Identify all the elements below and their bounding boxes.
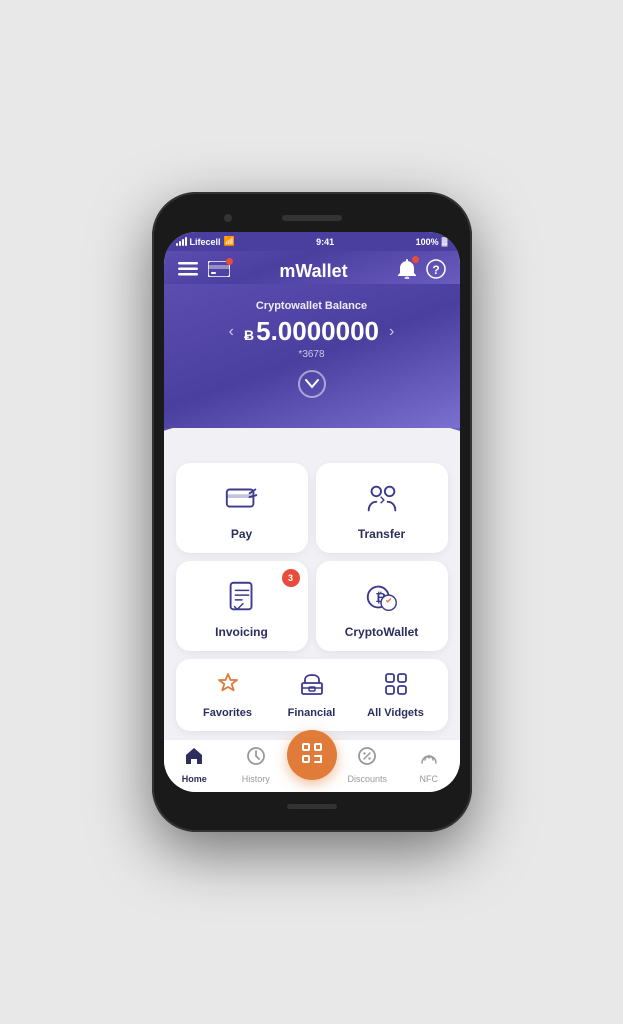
transfer-card[interactable]: Transfer (316, 463, 448, 553)
balance-prev-button[interactable]: ‹ (229, 323, 234, 341)
home-nav-label: Home (182, 774, 207, 784)
pay-card[interactable]: Pay (176, 463, 308, 553)
wifi-icon: 📶 (224, 236, 235, 247)
main-content: Pay Transfer (164, 453, 460, 739)
app-title: mWallet (279, 261, 347, 282)
all-vidgets-label: All Vidgets (367, 707, 424, 719)
status-right: 100% ▓ (416, 237, 448, 247)
invoicing-label: Invoicing (215, 625, 268, 639)
header-right-icons: ? (398, 259, 446, 284)
home-icon (184, 746, 204, 771)
cryptowallet-icon: ₿ (362, 577, 402, 617)
balance-amount: 5.0000000 (256, 316, 379, 346)
phone-speaker (282, 215, 342, 221)
favorites-label: Favorites (203, 707, 252, 719)
nav-nfc[interactable]: NFC (398, 746, 460, 784)
widget-row: Favorites Financial (176, 659, 448, 731)
balance-label: Cryptowallet Balance (178, 300, 446, 312)
nav-home[interactable]: Home (164, 746, 226, 784)
balance-row: ‹ Ƀ5.0000000 › (178, 316, 446, 347)
financial-label: Financial (288, 707, 336, 719)
currency-symbol: Ƀ (244, 327, 254, 343)
transfer-label: Transfer (358, 527, 405, 541)
signal-bars (176, 237, 187, 246)
scan-button[interactable] (287, 730, 337, 780)
bottom-navigation: Home History (164, 739, 460, 792)
help-button[interactable]: ? (426, 259, 446, 284)
nav-history[interactable]: History (225, 746, 287, 784)
history-icon (246, 746, 266, 771)
invoicing-card[interactable]: 3 Invoicing (176, 561, 308, 651)
pay-icon (222, 479, 262, 519)
battery-icon: ▓ (442, 237, 448, 246)
card-button[interactable] (208, 261, 230, 282)
balance-next-button[interactable]: › (389, 323, 394, 341)
history-nav-label: History (242, 774, 270, 784)
financial-widget[interactable]: Financial (270, 671, 354, 719)
notification-badge (412, 256, 419, 263)
phone-screen: Lifecell 📶 9:41 100% ▓ mWallet (164, 232, 460, 792)
invoicing-badge: 3 (282, 569, 300, 587)
battery-label: 100% (416, 237, 439, 247)
favorites-icon (215, 671, 241, 702)
phone-bottom-bar (164, 792, 460, 820)
scan-icon (300, 741, 324, 770)
balance-section: Cryptowallet Balance ‹ Ƀ5.0000000 › *367… (164, 284, 460, 428)
status-bar: Lifecell 📶 9:41 100% ▓ (164, 232, 460, 251)
discounts-icon (357, 746, 377, 771)
nfc-icon (419, 746, 439, 771)
status-time: 9:41 (316, 237, 334, 247)
wave-divider (164, 428, 460, 453)
discounts-nav-label: Discounts (347, 774, 387, 784)
cryptowallet-label: CryptoWallet (345, 625, 419, 639)
financial-icon (299, 671, 325, 702)
favorites-widget[interactable]: Favorites (186, 671, 270, 719)
nav-discounts[interactable]: Discounts (337, 746, 399, 784)
all-vidgets-widget[interactable]: All Vidgets (354, 671, 438, 719)
phone-home-button (287, 804, 337, 809)
all-vidgets-icon (383, 671, 409, 702)
status-left: Lifecell 📶 (176, 236, 235, 247)
card-badge (226, 258, 233, 265)
transfer-icon (362, 479, 402, 519)
app-header: mWallet ? (164, 251, 460, 284)
phone-top-bar (164, 204, 460, 232)
balance-account: *3678 (178, 349, 446, 360)
action-grid: Pay Transfer (176, 463, 448, 651)
pay-label: Pay (231, 527, 252, 541)
notification-button[interactable] (398, 259, 416, 284)
balance-expand-button[interactable] (298, 370, 326, 398)
phone-camera (224, 214, 232, 222)
carrier-label: Lifecell (190, 237, 221, 247)
menu-button[interactable] (178, 262, 198, 281)
nfc-nav-label: NFC (420, 774, 439, 784)
invoicing-icon (222, 577, 262, 617)
svg-text:?: ? (432, 263, 439, 277)
cryptowallet-card[interactable]: ₿ CryptoWallet (316, 561, 448, 651)
phone-frame: Lifecell 📶 9:41 100% ▓ mWallet (152, 192, 472, 832)
